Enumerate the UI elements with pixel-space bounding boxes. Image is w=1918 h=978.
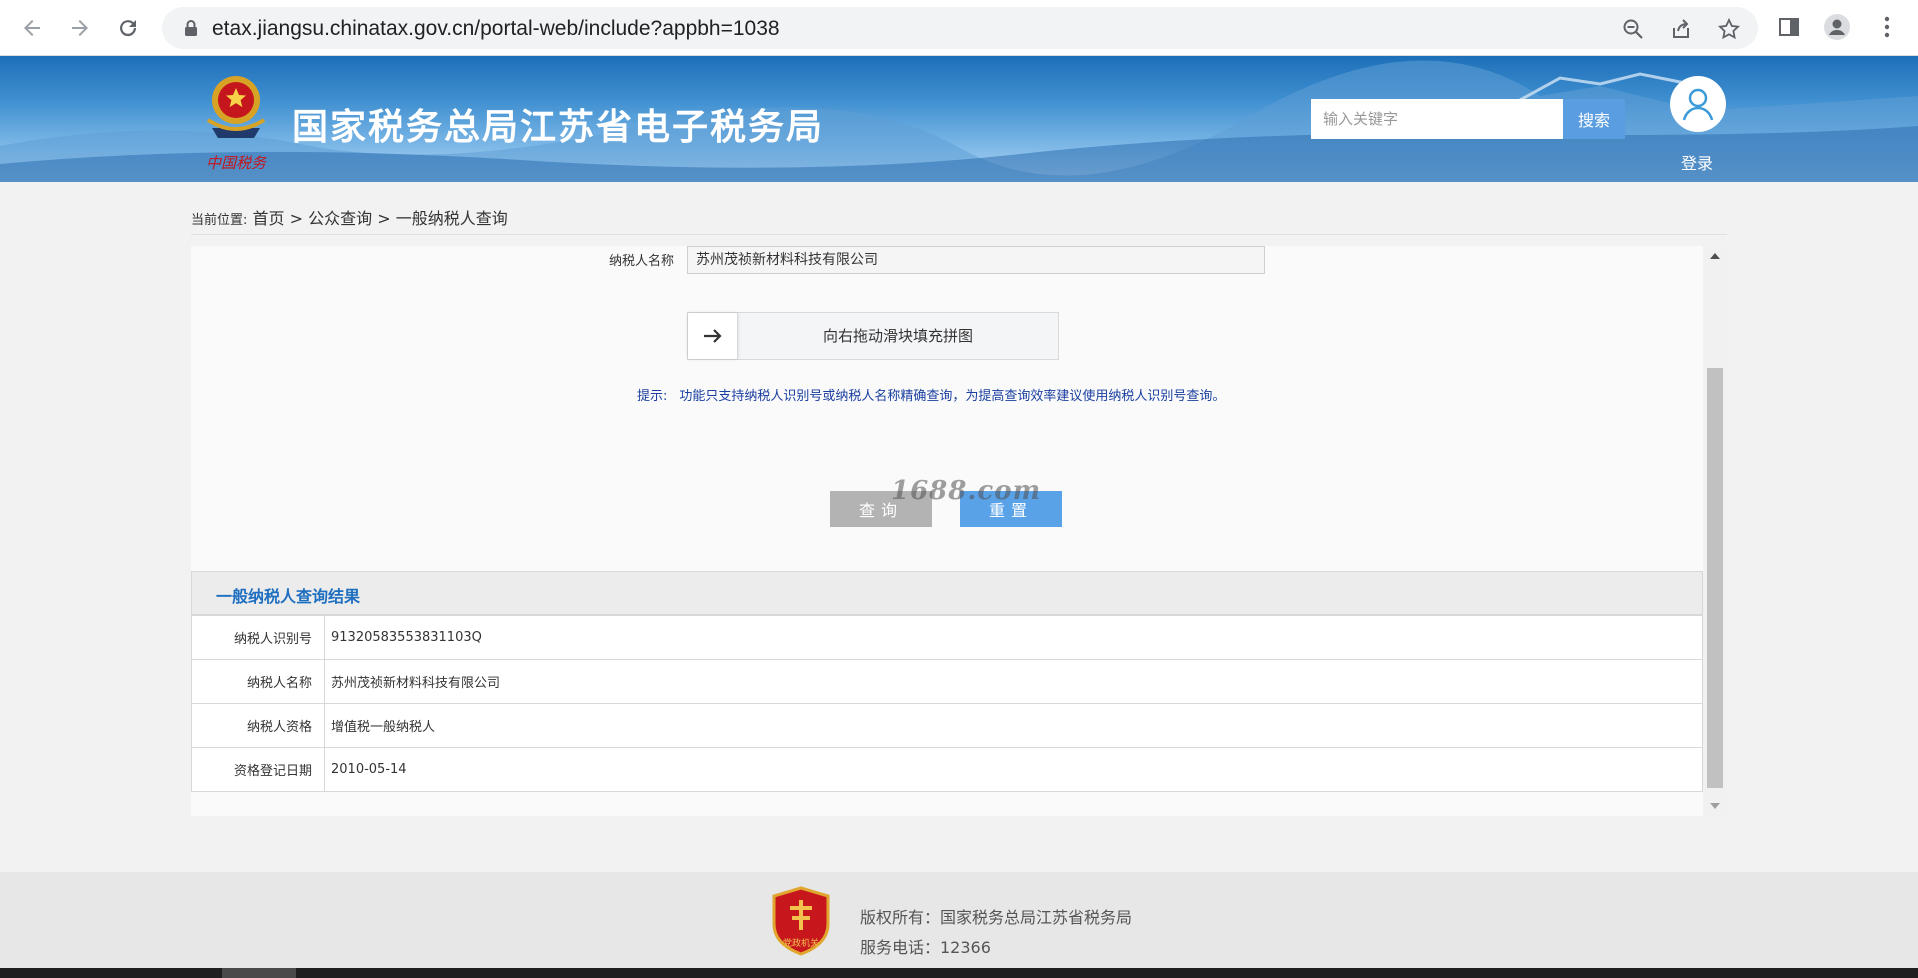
star-icon[interactable] [1718,18,1740,40]
breadcrumb-separator: > [289,209,303,228]
user-icon [1682,88,1714,121]
site-header: 中国税务 国家税务总局江苏省电子税务局 搜索 登录 [0,56,1918,182]
row-label: 纳税人资格 [191,703,325,748]
breadcrumb-public-query[interactable]: 公众查询 [308,209,372,228]
table-row: 纳税人名称 苏州茂祯新材料科技有限公司 [191,659,1703,704]
search-button[interactable]: 搜索 [1563,99,1625,139]
slider-instruction: 向右拖动滑块填充拼图 [822,327,973,345]
url-text: etax.jiangsu.chinatax.gov.cn/portal-web/… [212,17,780,40]
table-row: 纳税人资格 增值税一般纳税人 [191,703,1703,748]
back-button[interactable] [14,10,50,46]
row-label: 纳税人名称 [191,659,325,704]
scroll-down-button[interactable] [1703,796,1727,816]
result-header: 一般纳税人查询结果 [191,571,1703,615]
query-panel: 纳税人名称 苏州茂祯新材料科技有限公司 向右拖动滑块填充拼图 提示: 功能只支持纳… [191,246,1703,816]
triangle-down-icon [1710,803,1720,809]
footer-copyright: 版权所有：国家税务总局江苏省税务局 [860,908,1133,927]
reload-button[interactable] [110,10,146,46]
row-value: 增值税一般纳税人 [324,703,1703,748]
keyword-search-input[interactable] [1311,99,1563,139]
arrow-right-icon [703,329,722,343]
taxpayer-name-input[interactable]: 苏州茂祯新材料科技有限公司 [687,246,1265,274]
breadcrumb-divider [191,234,1727,235]
login-avatar[interactable] [1670,76,1726,132]
table-row: 资格登记日期 2010-05-14 [191,747,1703,792]
profile-button[interactable] [1822,12,1852,42]
reload-icon [120,20,137,37]
query-hint: 提示: 功能只支持纳税人识别号或纳税人名称精确查询，为提高查询效率建议使用纳税人识… [637,385,1225,404]
breadcrumb-prefix: 当前位置: [191,213,248,228]
menu-button[interactable] [1872,12,1902,42]
share-icon[interactable] [1670,18,1692,40]
taskbar-item[interactable] [222,968,296,978]
row-value: 91320583553831103Q [324,615,1703,660]
row-label: 纳税人识别号 [191,615,325,660]
breadcrumb: 当前位置: 首页 > 公众查询 > 一般纳税人查询 [191,205,508,229]
hint-text: 功能只支持纳税人识别号或纳税人名称精确查询，为提高查询效率建议使用纳税人识别号查… [679,389,1226,404]
address-bar[interactable]: etax.jiangsu.chinatax.gov.cn/portal-web/… [162,7,1758,49]
party-government-badge[interactable]: 党政机关 [770,886,832,956]
row-label: 资格登记日期 [191,747,325,792]
login-link[interactable]: 登录 [1681,150,1713,174]
side-panel-button[interactable] [1774,12,1804,42]
triangle-up-icon [1710,253,1720,259]
captcha-slider[interactable]: 向右拖动滑块填充拼图 [687,312,1059,360]
panel-scrollbar[interactable] [1703,246,1727,816]
arrow-left-icon [24,20,40,36]
hint-label: 提示: [637,389,668,404]
watermark: 1688.com [891,476,1042,506]
profile-icon [1824,14,1850,40]
breadcrumb-home[interactable]: 首页 [252,209,284,228]
national-tax-emblem: 中国税务 [206,76,268,172]
result-table: 纳税人识别号 91320583553831103Q 纳税人名称 苏州茂祯新材料科… [191,615,1703,792]
site-footer: 党政机关 版权所有：国家税务总局江苏省税务局 服务电话：12366 [0,872,1918,968]
emblem-caption: 中国税务 [206,154,268,172]
footer-phone: 服务电话：12366 [860,938,991,957]
arrow-right-icon [72,20,88,36]
mountain-background [0,60,1918,182]
row-value: 2010-05-14 [324,747,1703,792]
result-title: 一般纳税人查询结果 [216,587,361,606]
forward-button[interactable] [62,10,98,46]
scroll-up-button[interactable] [1703,246,1727,266]
site-title: 国家税务总局江苏省电子税务局 [292,107,825,148]
badge-caption: 党政机关 [783,937,819,949]
slider-handle[interactable] [688,313,738,359]
zoom-icon[interactable] [1622,18,1644,40]
taxpayer-name-label: 纳税人名称 [609,254,675,269]
kebab-menu-icon [1884,16,1890,38]
scroll-thumb[interactable] [1707,368,1723,788]
table-row: 纳税人识别号 91320583553831103Q [191,615,1703,660]
lock-icon [185,20,197,36]
breadcrumb-separator: > [377,209,391,228]
row-value: 苏州茂祯新材料科技有限公司 [324,659,1703,704]
breadcrumb-current: 一般纳税人查询 [395,209,508,228]
side-panel-icon [1779,18,1799,36]
browser-toolbar: etax.jiangsu.chinatax.gov.cn/portal-web/… [0,0,1918,56]
os-taskbar [0,968,1918,978]
